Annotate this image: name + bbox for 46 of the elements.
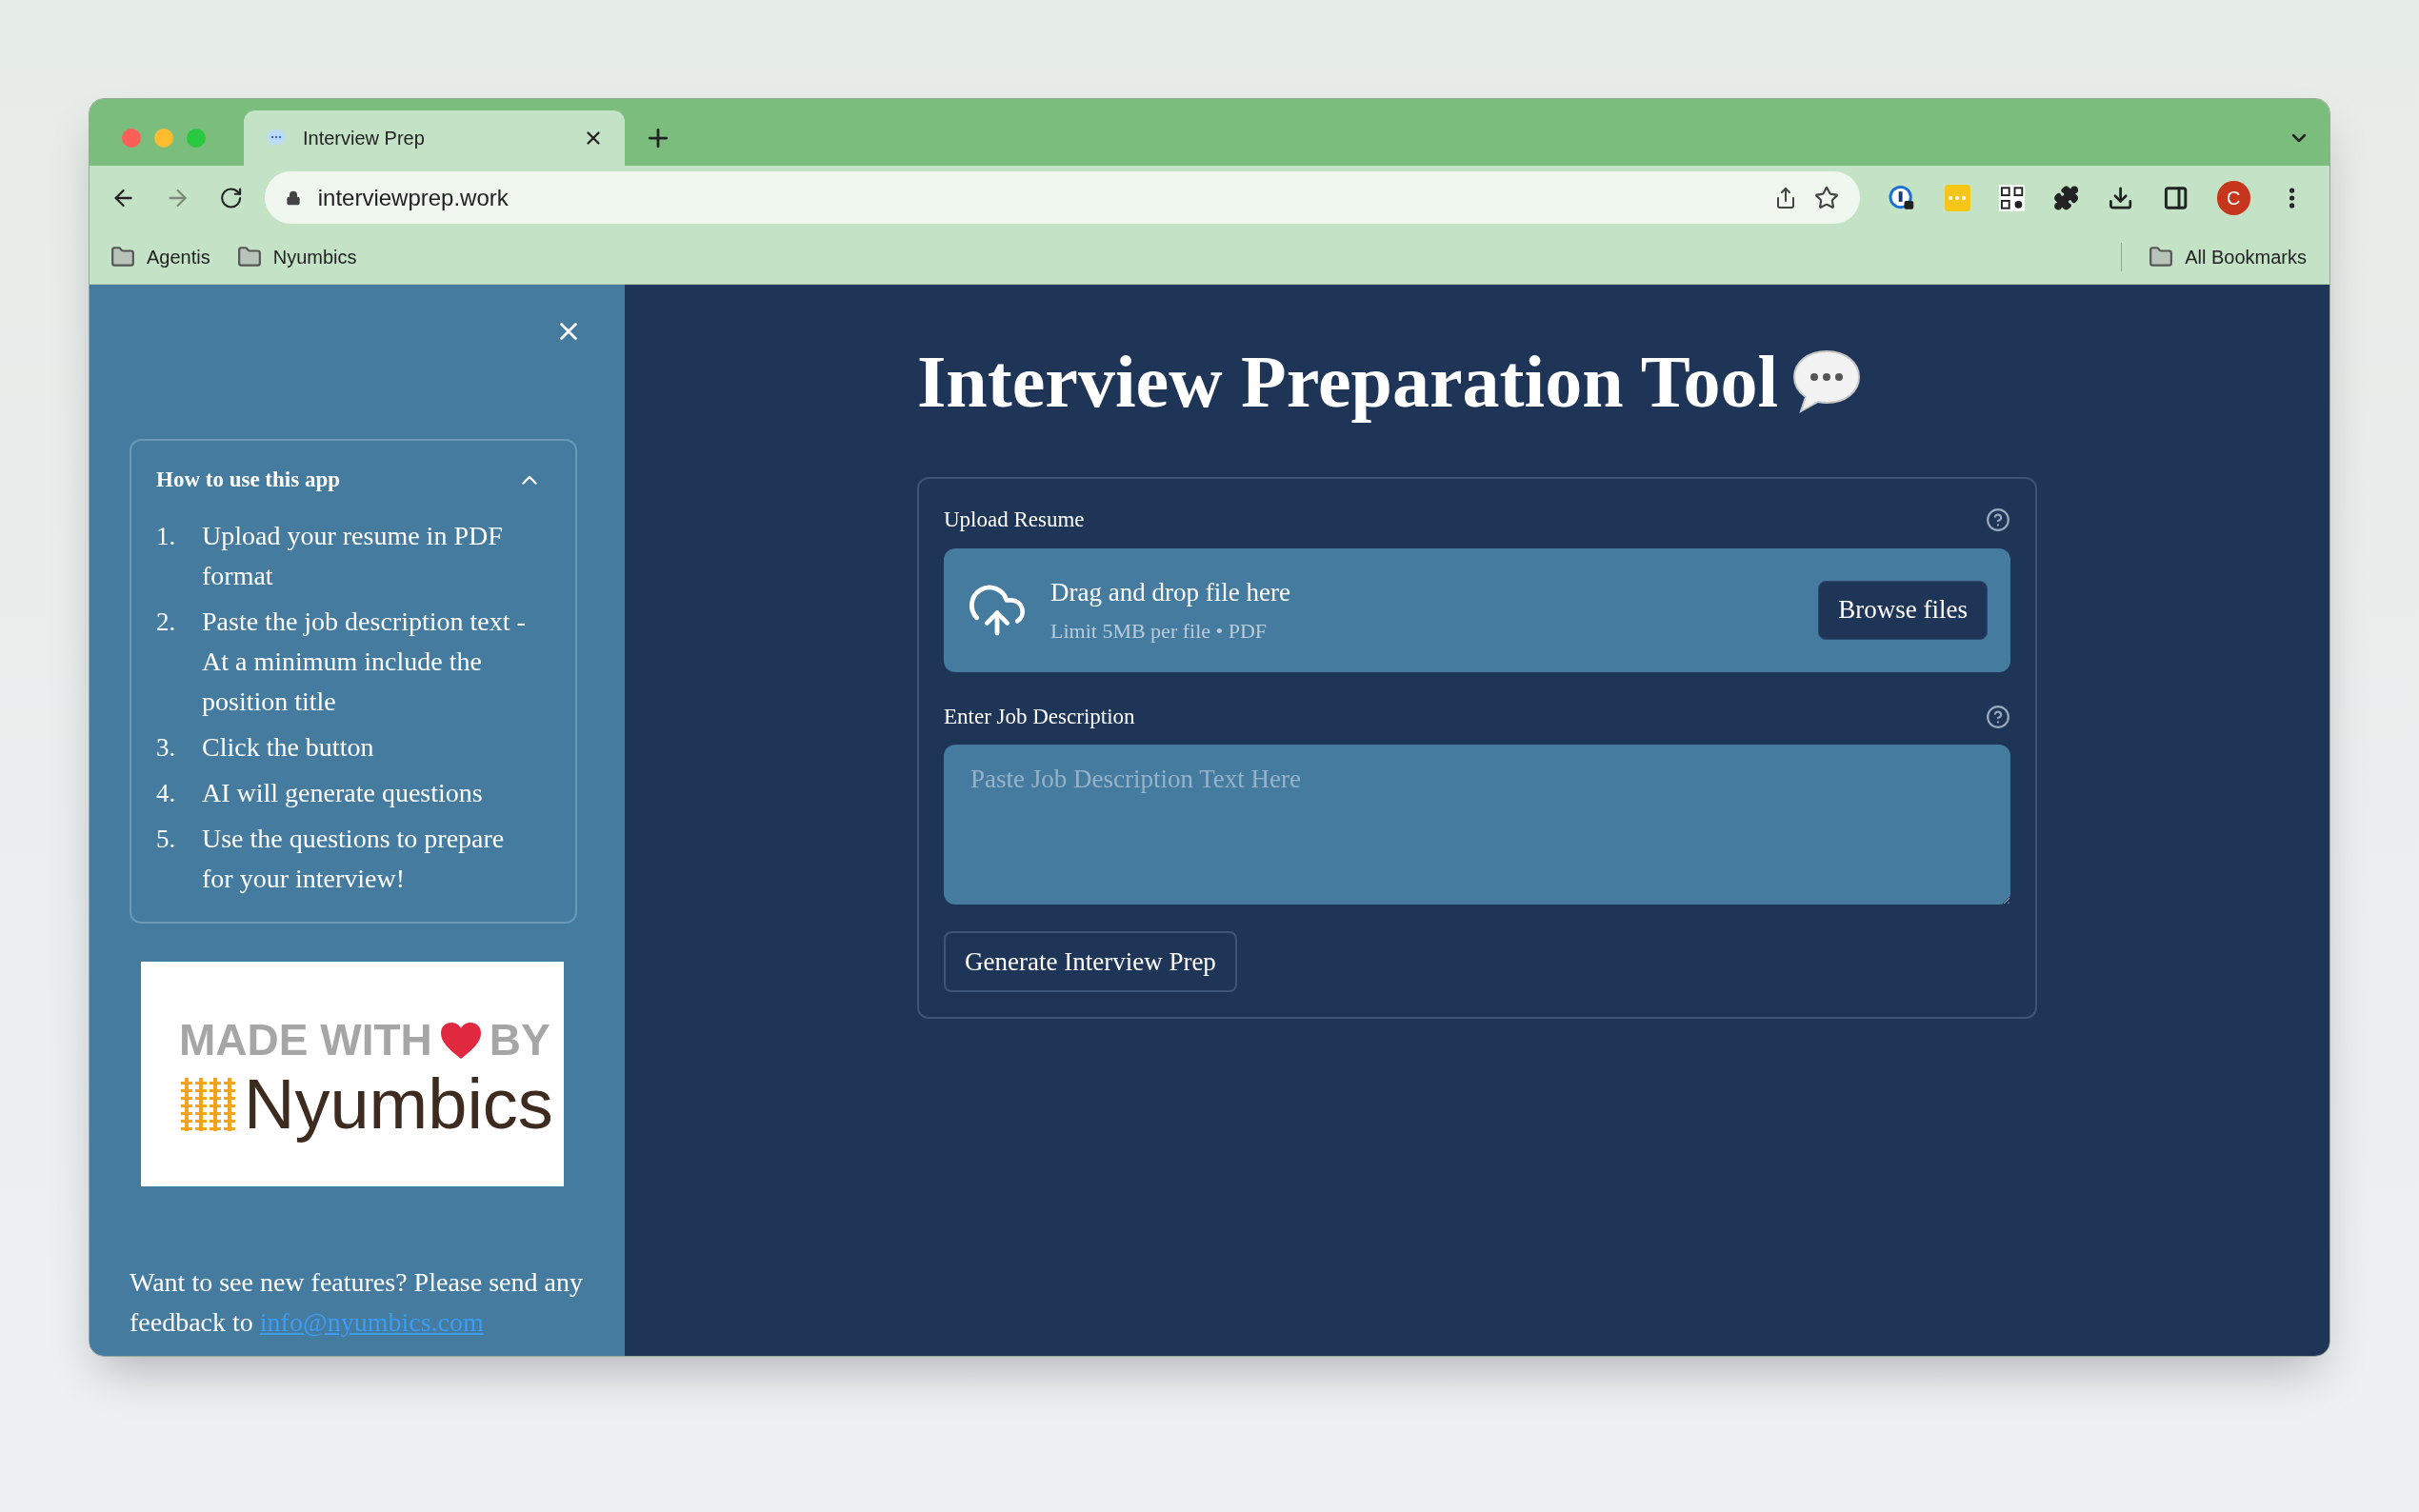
browser-tab[interactable]: Interview Prep <box>244 110 625 166</box>
address-bar[interactable]: interviewprep.work <box>264 171 1860 224</box>
extensions-icon[interactable] <box>2053 184 2080 211</box>
job-description-field[interactable]: Paste Job Description Text Here <box>944 745 2010 905</box>
feedback-text: Want to see new features? Please send any feedback to info@nyumbics.com <box>130 1266 584 1339</box>
logo-tagline: BY <box>489 1014 550 1066</box>
reload-icon[interactable] <box>219 185 244 210</box>
folder-icon <box>236 244 262 269</box>
step-number: 2. <box>156 606 177 638</box>
bookmark-item[interactable]: Nyumbics <box>236 242 357 271</box>
lock-icon <box>285 189 301 206</box>
folder-icon <box>2149 244 2174 269</box>
tab-title: Interview Prep <box>303 127 426 150</box>
url-text: interviewprep.work <box>317 183 510 212</box>
help-icon[interactable] <box>1986 704 2010 729</box>
step-text: Upload your resume in PDF format <box>202 519 504 592</box>
dropzone-text: Drag and drop file here <box>1050 576 1291 608</box>
field-label: Enter Job Description <box>944 703 1135 730</box>
field-label: Upload Resume <box>944 507 1085 533</box>
speech-bubble-icon <box>1791 348 1863 415</box>
step-text: AI will generate questions <box>202 776 483 809</box>
bookmark-star-icon[interactable] <box>1813 185 1839 210</box>
expander-header[interactable]: How to use this app <box>156 464 537 497</box>
browse-files-button[interactable]: Browse files <box>1818 580 1988 640</box>
help-icon[interactable] <box>1986 507 2010 533</box>
heart-icon <box>439 1021 482 1060</box>
step-number: 3. <box>156 731 177 764</box>
all-bookmarks-item[interactable]: All Bookmarks <box>2149 242 2307 271</box>
profile-avatar[interactable]: C <box>2216 180 2250 215</box>
step-text: Use the questions to prepare for your interview! <box>202 822 506 895</box>
bookmark-item[interactable]: Agentis <box>110 242 210 271</box>
qr-code-icon[interactable] <box>1998 184 2026 211</box>
step-text: Paste the job description text - At a minimum include the position title <box>202 605 527 718</box>
dropzone-limit: Limit 5MB per file • PDF <box>1050 618 1269 646</box>
step-number: 5. <box>156 823 177 855</box>
speech-bubble-icon <box>265 128 288 149</box>
password-manager-icon[interactable] <box>1888 183 1916 212</box>
folder-icon <box>110 244 135 269</box>
logo-tagline: MADE WITH <box>179 1014 432 1066</box>
step-text: Click the button <box>202 730 374 764</box>
side-panel-icon[interactable] <box>2162 184 2189 211</box>
step-number: 4. <box>156 777 177 809</box>
generate-button[interactable]: Generate Interview Prep <box>944 931 1237 992</box>
file-dropzone[interactable]: Drag and drop file here Limit 5MB per file • PDF Browse files <box>944 547 2010 672</box>
download-icon[interactable] <box>2108 184 2134 211</box>
step-number: 1. <box>156 520 177 552</box>
